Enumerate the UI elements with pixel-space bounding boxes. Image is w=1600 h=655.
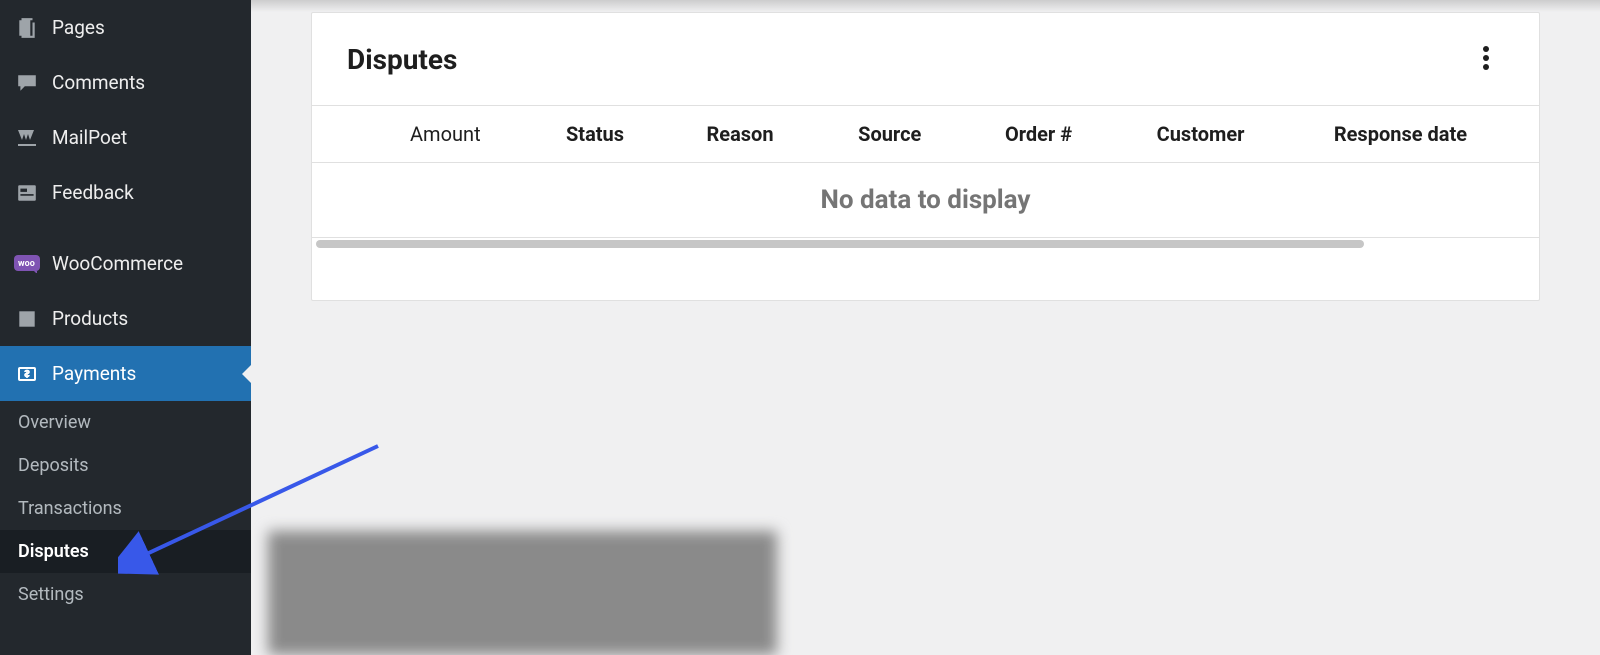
page-stack-icon xyxy=(12,17,42,39)
horizontal-scrollbar[interactable] xyxy=(316,238,1535,250)
comment-icon xyxy=(12,72,42,94)
main-content: Disputes Amount Status Reason Source Ord… xyxy=(251,0,1600,655)
payments-icon xyxy=(12,362,42,386)
col-response-date[interactable]: Response date xyxy=(1306,106,1539,163)
woo-icon: woo xyxy=(12,255,42,273)
sidebar-item-mailpoet[interactable]: MailPoet xyxy=(0,110,251,165)
table-wrap[interactable]: Amount Status Reason Source Order # Cust… xyxy=(312,105,1539,250)
sidebar-item-label: Feedback xyxy=(52,181,134,204)
sidebar-item-label: Payments xyxy=(52,362,136,385)
col-source[interactable]: Source xyxy=(830,106,977,163)
sidebar-item-label: Products xyxy=(52,307,128,330)
sidebar-item-label: Comments xyxy=(52,71,145,94)
admin-sidebar: Pages Comments MailPoet Feedback woo Woo… xyxy=(0,0,251,655)
card-menu-button[interactable] xyxy=(1468,41,1504,77)
sidebar-item-woocommerce[interactable]: woo WooCommerce xyxy=(0,236,251,291)
sidebar-item-label: Pages xyxy=(52,16,105,39)
submenu-item-deposits[interactable]: Deposits xyxy=(0,444,251,487)
card-title: Disputes xyxy=(347,43,457,76)
col-order[interactable]: Order # xyxy=(977,106,1129,163)
card-footer xyxy=(312,250,1539,300)
sidebar-item-label: MailPoet xyxy=(52,126,127,149)
empty-message: No data to display xyxy=(312,163,1539,238)
sidebar-item-pages[interactable]: Pages xyxy=(0,0,251,55)
horizontal-scrollbar-thumb[interactable] xyxy=(316,240,1364,248)
disputes-card: Disputes Amount Status Reason Source Ord… xyxy=(311,12,1540,301)
disputes-table: Amount Status Reason Source Order # Cust… xyxy=(312,106,1539,238)
sidebar-item-label: WooCommerce xyxy=(52,252,183,275)
col-amount[interactable]: Amount xyxy=(382,106,538,163)
sidebar-item-comments[interactable]: Comments xyxy=(0,55,251,110)
mailpoet-icon xyxy=(12,126,42,150)
sidebar-item-feedback[interactable]: Feedback xyxy=(0,165,251,220)
sidebar-item-payments[interactable]: Payments xyxy=(0,346,251,401)
col-customer[interactable]: Customer xyxy=(1129,106,1306,163)
card-header: Disputes xyxy=(312,13,1539,105)
submenu-item-transactions[interactable]: Transactions xyxy=(0,487,251,530)
redacted-block xyxy=(268,531,777,655)
empty-row: No data to display xyxy=(312,163,1539,238)
kebab-icon xyxy=(1483,45,1489,74)
products-icon xyxy=(12,308,42,330)
svg-text:woo: woo xyxy=(18,259,35,269)
table-head: Amount Status Reason Source Order # Cust… xyxy=(312,106,1539,163)
submenu-item-disputes[interactable]: Disputes xyxy=(0,530,251,573)
col-status[interactable]: Status xyxy=(538,106,678,163)
col-reason[interactable]: Reason xyxy=(678,106,830,163)
submenu-item-overview[interactable]: Overview xyxy=(0,401,251,444)
col-check xyxy=(312,106,382,163)
sidebar-item-products[interactable]: Products xyxy=(0,291,251,346)
feedback-icon xyxy=(12,182,42,204)
submenu-item-settings[interactable]: Settings xyxy=(0,573,251,616)
sidebar-separator xyxy=(0,220,251,236)
